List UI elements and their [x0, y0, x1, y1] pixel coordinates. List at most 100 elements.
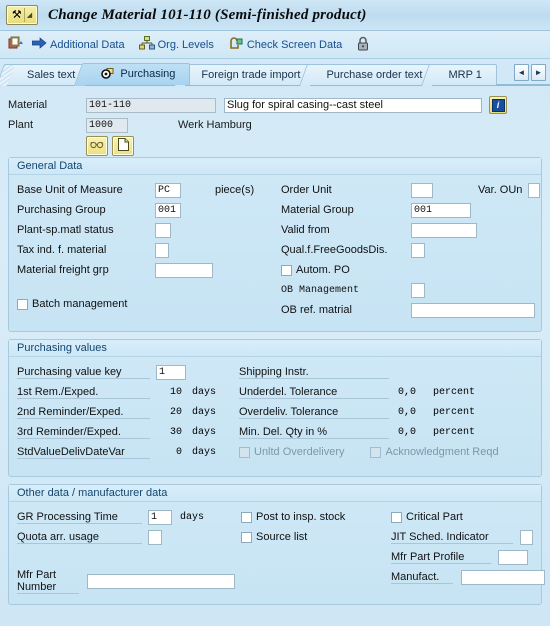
- general-data-group: General Data Base Unit of Measure piece(…: [8, 157, 542, 332]
- mfr-part-number-input[interactable]: [87, 573, 235, 589]
- plant-status-label: Plant-sp.matl status: [17, 224, 114, 236]
- sap-material-icon[interactable]: ⚒ ◢: [6, 5, 38, 25]
- reminder-1-label: 1st Rem./Exped.: [17, 386, 150, 399]
- check-screen-icon: [228, 36, 244, 53]
- mfr-part-profile-label: Mfr Part Profile: [391, 551, 491, 564]
- reminder-3-row: 3rd Reminder/Exped. 30 days: [17, 422, 239, 442]
- arrow-right-icon: [31, 37, 47, 52]
- lock-button[interactable]: [356, 36, 370, 54]
- jit-sched-indicator-label: JIT Sched. Indicator: [391, 531, 513, 544]
- min-del-qty-value: 0,0: [398, 426, 417, 438]
- check-screen-data-button[interactable]: Check Screen Data: [228, 36, 342, 53]
- ob-ref-material-input[interactable]: [411, 302, 535, 318]
- manufacturer-label: Manufact.: [391, 571, 453, 584]
- general-data-left-column: Base Unit of Measure piece(s) Purchasing…: [17, 180, 267, 314]
- material-label: Material: [8, 99, 48, 111]
- long-text-button[interactable]: [86, 136, 108, 156]
- tab-sales-text-label: Sales text: [27, 69, 76, 81]
- base-unit-input[interactable]: [155, 182, 181, 198]
- autom-po-checkbox[interactable]: [281, 264, 292, 276]
- reminder-2-label: 2nd Reminder/Exped.: [17, 406, 150, 419]
- info-icon[interactable]: i: [489, 96, 507, 114]
- batch-management-row[interactable]: Batch management: [17, 294, 267, 314]
- autom-po-row[interactable]: Autom. PO: [281, 260, 549, 280]
- create-copy-button[interactable]: [8, 36, 24, 54]
- mfr-part-profile-row: Mfr Part Profile: [391, 547, 550, 567]
- plant-description: Werk Hamburg: [178, 119, 252, 131]
- order-unit-label: Order Unit: [281, 184, 332, 196]
- material-group-input[interactable]: [411, 202, 471, 218]
- purchasing-group-input[interactable]: [155, 202, 181, 218]
- post-to-insp-stock-label: Post to insp. stock: [256, 511, 346, 523]
- mfr-part-number-row: Mfr Part Number: [17, 569, 235, 594]
- critical-part-row[interactable]: Critical Part: [391, 507, 550, 527]
- purchasing-value-key-input[interactable]: [156, 364, 186, 380]
- ob-management-input[interactable]: [411, 282, 425, 298]
- std-value-deliv-date-var-row: StdValueDelivDateVar 0 days: [17, 442, 239, 462]
- qual-free-goods-row: Qual.f.FreeGoodsDis.: [281, 240, 549, 260]
- unltd-overdelivery-label: Unltd Overdelivery: [254, 446, 345, 458]
- freight-group-input[interactable]: [155, 262, 213, 278]
- tab-purchasing[interactable]: Purchasing: [84, 63, 191, 85]
- reminder-3-label: 3rd Reminder/Exped.: [17, 426, 150, 439]
- material-glyph: ⚒: [11, 8, 22, 21]
- gr-processing-time-row: GR Processing Time days: [17, 507, 235, 527]
- org-levels-button[interactable]: Org. Levels: [138, 36, 214, 53]
- plant-status-input[interactable]: [155, 222, 171, 238]
- tab-navigation: ◄ ►: [514, 64, 546, 81]
- org-levels-icon: [138, 36, 155, 53]
- quota-arrangement-input[interactable]: [148, 529, 162, 545]
- overdeliv-tolerance-row: Overdeliv. Tolerance 0,0 percent: [239, 402, 549, 422]
- ob-management-row: OB Management: [281, 280, 549, 300]
- critical-part-checkbox[interactable]: [391, 511, 402, 523]
- additional-data-button[interactable]: Additional Data: [31, 37, 125, 52]
- tax-indicator-input[interactable]: [155, 242, 169, 258]
- tab-mrp-1[interactable]: MRP 1: [431, 64, 497, 85]
- material-description-input[interactable]: [224, 97, 482, 113]
- plant-input[interactable]: [86, 117, 128, 133]
- base-unit-row: Base Unit of Measure piece(s): [17, 180, 267, 200]
- other-data-column-2: Post to insp. stock Source list: [241, 507, 371, 547]
- tab-foreign-trade-import[interactable]: Foreign trade import: [184, 64, 316, 85]
- create-copy-icon: [8, 36, 24, 54]
- underdeliv-tolerance-row: Underdel. Tolerance 0,0 percent: [239, 382, 549, 402]
- purchasing-group-label: Purchasing Group: [17, 204, 106, 216]
- valid-from-input[interactable]: [411, 222, 477, 238]
- source-list-row[interactable]: Source list: [241, 527, 371, 547]
- tax-indicator-label: Tax ind. f. material: [17, 244, 107, 256]
- mfr-part-profile-input[interactable]: [498, 549, 528, 565]
- purchasing-values-right-column: Shipping Instr. Underdel. Tolerance 0,0 …: [239, 362, 549, 462]
- overdeliv-tolerance-label: Overdeliv. Tolerance: [239, 406, 389, 419]
- tab-purchase-order-text[interactable]: Purchase order text: [309, 64, 438, 85]
- ob-management-label: OB Management: [281, 284, 360, 296]
- shipping-instr-row: Shipping Instr.: [239, 362, 549, 382]
- material-input[interactable]: [86, 97, 216, 113]
- tab-foreign-trade-import-label: Foreign trade import: [201, 69, 301, 81]
- quota-arrangement-row: Quota arr. usage: [17, 527, 235, 547]
- page-title: Change Material 101-110 (Semi-finished p…: [48, 6, 367, 23]
- manufacturer-input[interactable]: [461, 569, 545, 585]
- tab-prev-button[interactable]: ◄: [514, 64, 529, 81]
- qual-free-goods-input[interactable]: [411, 242, 425, 258]
- dropdown-triangle-icon: ◢: [26, 12, 33, 19]
- document-button[interactable]: [112, 136, 134, 156]
- purchasing-icon: [101, 68, 117, 82]
- source-list-label: Source list: [256, 531, 308, 543]
- batch-management-checkbox[interactable]: [17, 298, 28, 310]
- post-to-insp-stock-row[interactable]: Post to insp. stock: [241, 507, 371, 527]
- jit-sched-indicator-input[interactable]: [520, 529, 533, 545]
- title-bar: ⚒ ◢ Change Material 101-110 (Semi-finish…: [0, 0, 550, 31]
- gr-processing-time-unit: days: [180, 511, 205, 523]
- std-value-deliv-date-var-value: 0: [175, 446, 182, 458]
- icon-divider: [23, 8, 25, 22]
- tab-next-button[interactable]: ►: [531, 64, 546, 81]
- post-to-insp-stock-checkbox[interactable]: [241, 511, 252, 523]
- glasses-icon: [90, 140, 104, 152]
- source-list-checkbox[interactable]: [241, 531, 252, 543]
- other-data-column-3: Critical Part JIT Sched. Indicator Mfr P…: [391, 507, 550, 587]
- var-oun-input[interactable]: [528, 182, 541, 198]
- general-data-title: General Data: [9, 158, 541, 175]
- order-unit-input[interactable]: [411, 182, 433, 198]
- base-unit-text: piece(s): [215, 184, 255, 196]
- gr-processing-time-input[interactable]: [148, 509, 172, 525]
